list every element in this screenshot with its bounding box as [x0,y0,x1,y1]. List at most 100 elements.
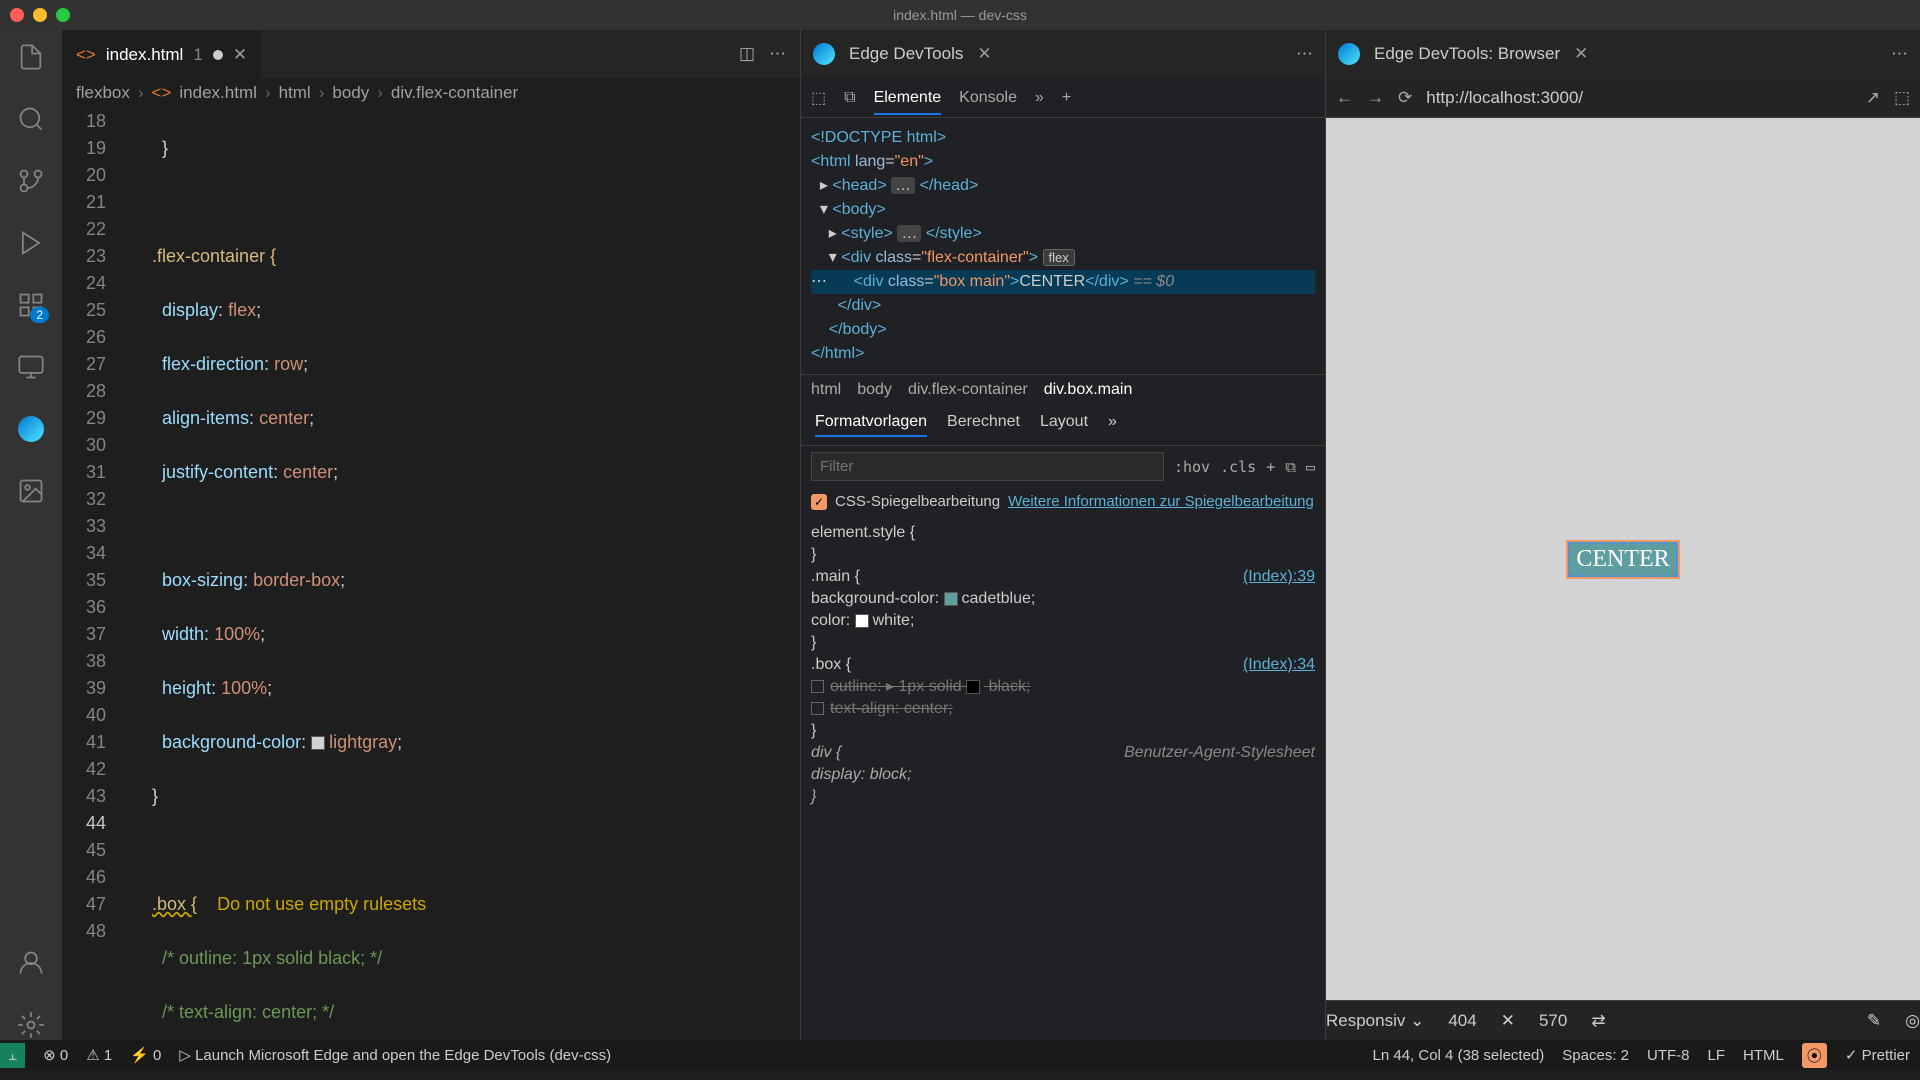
more-icon[interactable]: ⋯ [1891,44,1908,64]
screenshot-icon[interactable]: ◎ [1905,1011,1920,1031]
viewport-width[interactable]: 404 [1448,1011,1476,1031]
browser-viewport[interactable]: CENTER [1326,118,1920,1000]
window-title: index.html — dev-css [0,0,1920,30]
line-gutter: 181920 212223 242526 272829 303132 33343… [62,108,122,1040]
pane-icon[interactable]: ▭ [1306,458,1315,476]
open-external-icon[interactable]: ↗ [1866,88,1880,108]
more-actions-icon[interactable]: ⋯ [769,44,786,64]
tab-mod-count: 1 [193,45,202,65]
image-icon[interactable] [16,476,46,506]
extensions-badge: 2 [30,307,49,323]
css-mirror-label: CSS-Spiegelbearbeitung [835,493,1000,510]
breadcrumb-item: div.flex-container [391,83,518,103]
breadcrumb-item: html [279,83,311,103]
browser-tab-title: Edge DevTools: Browser [1374,44,1560,64]
eol[interactable]: LF [1708,1047,1726,1064]
close-window-icon[interactable] [10,8,24,22]
launch-edge-button[interactable]: ▷ Launch Microsoft Edge and open the Edg… [179,1046,611,1064]
prettier-status[interactable]: ✓ Prettier [1845,1046,1910,1064]
url-input[interactable]: http://localhost:3000/ [1426,88,1851,108]
viewport-height[interactable]: 570 [1539,1011,1567,1031]
tab-close-icon[interactable]: ✕ [233,45,247,65]
explorer-icon[interactable] [16,42,46,72]
more-tabs-icon[interactable]: » [1035,89,1044,107]
cursor-position[interactable]: Ln 44, Col 4 (38 selected) [1373,1047,1545,1064]
device-select[interactable]: Responsiv ⌄ [1326,1011,1424,1031]
tab-index-html[interactable]: <> index.html 1 ✕ [62,30,261,78]
activity-bar: 2 [0,30,62,1040]
go-live-icon[interactable]: ⦿ [1802,1043,1827,1068]
device-icon[interactable]: ⧉ [1285,458,1296,476]
devtools-tab-title: Edge DevTools [849,44,963,64]
settings-gear-icon[interactable] [16,1010,46,1040]
inspect-icon[interactable]: ⬚ [811,88,826,108]
new-rule-icon[interactable]: + [1266,458,1275,476]
warnings-count[interactable]: ⚠ 1 [86,1046,112,1064]
ports-count[interactable]: ⚡ 0 [130,1046,161,1064]
tab-elemente[interactable]: Elemente [874,89,942,115]
tab-filename: index.html [106,45,183,65]
cls-button[interactable]: .cls [1220,458,1256,476]
back-icon[interactable]: ← [1336,88,1353,108]
css-mirror-link[interactable]: Weitere Informationen zur Spiegelbearbei… [1008,493,1314,510]
edge-icon [1338,43,1360,65]
add-tab-icon[interactable]: + [1062,89,1071,107]
editor-panel: <> index.html 1 ✕ ◫ ⋯ flexbox› <>index.h… [62,30,800,1040]
language-mode[interactable]: HTML [1743,1047,1784,1064]
breadcrumb-item: flexbox [76,83,130,103]
indentation[interactable]: Spaces: 2 [1562,1047,1629,1064]
dom-breadcrumb[interactable]: html body div.flex-container div.box.mai… [801,374,1325,405]
close-icon[interactable]: ✕ [977,44,991,64]
run-debug-icon[interactable] [16,228,46,258]
bc-item[interactable]: html [811,381,841,399]
dom-tree[interactable]: <!DOCTYPE html> <html lang="en"> ▸ <head… [801,118,1325,374]
source-control-icon[interactable] [16,166,46,196]
close-icon[interactable]: ✕ [1574,44,1588,64]
maximize-window-icon[interactable] [56,8,70,22]
browser-toolbar: ← → ⟳ http://localhost:3000/ ↗ ⬚ [1326,78,1920,118]
code-editor[interactable]: 181920 212223 242526 272829 303132 33343… [62,108,800,1040]
extensions-icon[interactable]: 2 [16,290,46,320]
account-icon[interactable] [16,948,46,978]
remote-button[interactable]: ⫠ [0,1043,25,1068]
edge-icon [813,43,835,65]
breadcrumb-item: body [332,83,369,103]
device-icon[interactable]: ⧉ [844,89,855,107]
dimension-x-icon: ✕ [1501,1011,1515,1031]
devtools-panel: Edge DevTools ✕ ⋯ ⬚ ⧉ Elemente Konsole »… [800,30,1325,1040]
split-editor-icon[interactable]: ◫ [739,44,755,64]
breadcrumb-item: index.html [179,83,256,103]
bc-item[interactable]: div.box.main [1044,381,1133,399]
rotate-icon[interactable]: ⇄ [1591,1011,1605,1031]
devtools-toolbar: ⬚ ⧉ Elemente Konsole » + [801,78,1325,118]
eyedropper-icon[interactable]: ✎ [1867,1011,1881,1031]
reload-icon[interactable]: ⟳ [1398,88,1412,108]
tab-konsole[interactable]: Konsole [959,89,1017,107]
hov-button[interactable]: :hov [1174,458,1210,476]
bc-item[interactable]: body [857,381,892,399]
edge-tools-icon[interactable] [16,414,46,444]
errors-count[interactable]: ⊗ 0 [43,1046,68,1064]
status-bar: ⫠ ⊗ 0 ⚠ 1 ⚡ 0 ▷ Launch Microsoft Edge an… [0,1040,1920,1070]
minimize-window-icon[interactable] [33,8,47,22]
mac-traffic-lights [10,8,70,22]
styles-tabs: Formatvorlagen Berechnet Layout » [801,405,1325,446]
device-toolbar: Responsiv ⌄ 404 ✕ 570 ⇄ ✎ ◎ [1326,1000,1920,1040]
forward-icon[interactable]: → [1367,88,1384,108]
tab-berechnet[interactable]: Berechnet [947,413,1020,437]
remote-explorer-icon[interactable] [16,352,46,382]
css-mirror-checkbox[interactable]: ✓ [811,494,827,510]
bc-item[interactable]: div.flex-container [908,381,1028,399]
more-icon[interactable]: ⋯ [1296,44,1313,64]
breadcrumb[interactable]: flexbox› <>index.html› html› body› div.f… [62,78,800,108]
code-content[interactable]: } .flex-container { display: flex; flex-… [122,108,800,1040]
encoding[interactable]: UTF-8 [1647,1047,1690,1064]
more-icon[interactable]: » [1108,413,1117,437]
tab-layout[interactable]: Layout [1040,413,1088,437]
tab-formatvorlagen[interactable]: Formatvorlagen [815,413,927,437]
styles-filter-input[interactable] [811,452,1164,481]
search-icon[interactable] [16,104,46,134]
inspect-icon[interactable]: ⬚ [1894,88,1910,108]
html-file-icon: <> [76,45,96,65]
styles-rules[interactable]: element.style { } (Index):39.main { back… [801,516,1325,814]
